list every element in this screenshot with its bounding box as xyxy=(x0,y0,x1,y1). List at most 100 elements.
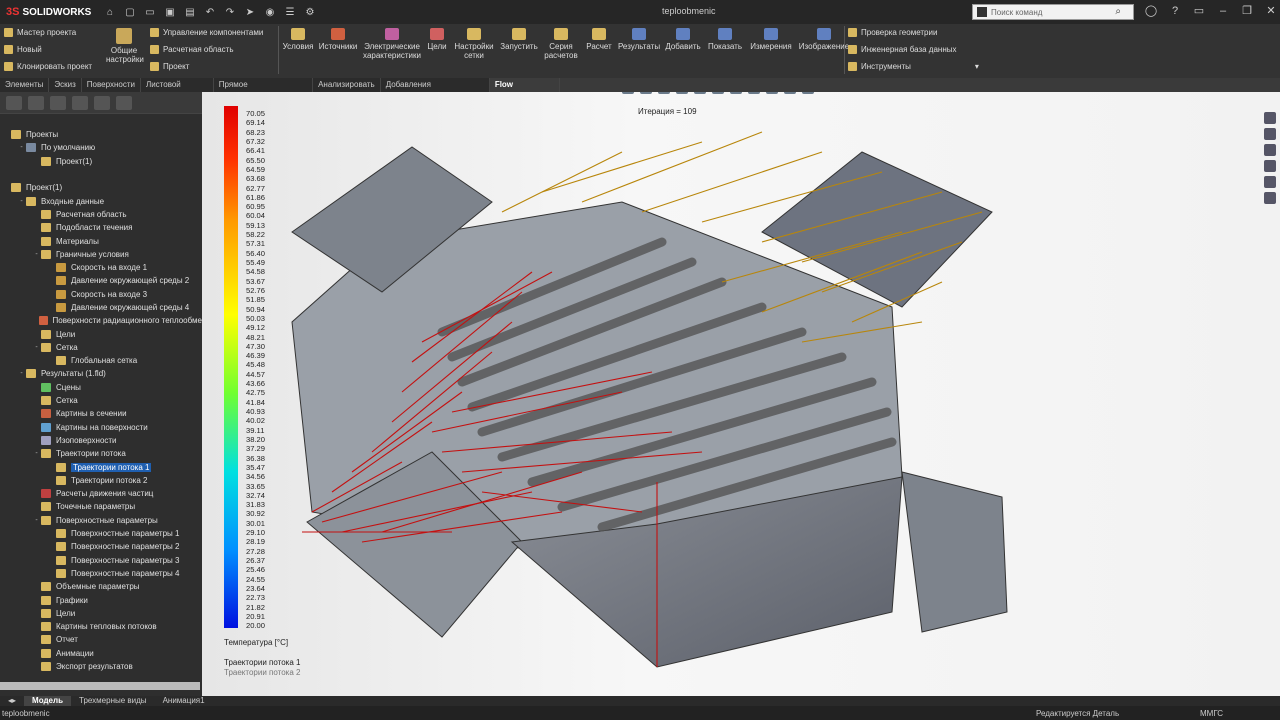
explorer-icon[interactable] xyxy=(1264,160,1276,172)
tab-model[interactable]: Модель xyxy=(24,696,72,706)
tab-direct-edit[interactable]: Прямое редактирование xyxy=(214,78,314,103)
tree-toggle-icon[interactable]: - xyxy=(32,344,41,351)
search-commands-input[interactable]: Поиск команд ⌕ xyxy=(972,4,1134,20)
tree-item[interactable]: Отчет xyxy=(0,633,202,646)
check-geometry-button[interactable]: Проверка геометрии xyxy=(848,26,979,38)
layout-icon[interactable]: ▭ xyxy=(1192,4,1206,18)
appearances-icon[interactable] xyxy=(1264,176,1276,188)
tree-item[interactable]: - Результаты (1.fld) xyxy=(0,367,202,380)
feature-tree-icon[interactable] xyxy=(6,95,22,110)
dim-expert-icon[interactable] xyxy=(72,95,88,110)
general-settings-button[interactable]: Общие настройки xyxy=(106,28,144,64)
tree-item[interactable]: Цели xyxy=(0,607,202,620)
tab-animation[interactable]: Анимация1 xyxy=(155,696,213,706)
help-icon[interactable]: ? xyxy=(1168,4,1182,18)
file-props-icon[interactable]: ☰ xyxy=(284,7,296,18)
tree-item[interactable]: Подобласти течения xyxy=(0,221,202,234)
tree-item[interactable]: Объемные параметры xyxy=(0,580,202,593)
horizontal-scrollbar[interactable] xyxy=(0,682,200,690)
measure-button[interactable]: Измерения xyxy=(749,28,793,60)
search-scope-icon[interactable] xyxy=(977,7,987,17)
tree-toggle-icon[interactable]: - xyxy=(32,517,41,524)
tree-item[interactable]: - Поверхностные параметры xyxy=(0,514,202,527)
redo-icon[interactable]: ↷ xyxy=(224,7,236,18)
restore-icon[interactable]: ❐ xyxy=(1240,4,1254,18)
show-button[interactable]: Показать xyxy=(707,28,743,60)
tree-item[interactable]: Поверхностные параметры 4 xyxy=(0,567,202,580)
tab-3d-views[interactable]: Трехмерные виды xyxy=(71,696,155,706)
tree-item[interactable]: Сцены xyxy=(0,381,202,394)
tree-item[interactable]: Скорость на входе 1 xyxy=(0,261,202,274)
status-units[interactable]: ММГС xyxy=(1200,709,1223,718)
tab-surfaces[interactable]: Поверхности xyxy=(82,78,141,92)
tree-toggle-icon[interactable]: - xyxy=(17,370,26,377)
tree-item[interactable]: Картины тепловых потоков xyxy=(0,620,202,633)
image-button[interactable]: Изображение xyxy=(799,28,849,60)
tree-toggle-icon[interactable]: - xyxy=(17,144,26,151)
tab-sheet-metal[interactable]: Листовой металл xyxy=(141,78,214,103)
project-dropdown[interactable]: Проект xyxy=(150,60,263,72)
engineering-database-button[interactable]: Инженерная база данных xyxy=(848,43,979,55)
tree-item[interactable]: - Входные данные xyxy=(0,194,202,207)
properties-icon[interactable] xyxy=(1264,192,1276,204)
traffic-light-icon[interactable]: ◉ xyxy=(264,7,276,18)
tree-toggle-icon[interactable]: - xyxy=(32,251,41,258)
tree-item[interactable]: Сетка xyxy=(0,394,202,407)
tree-toggle-icon[interactable]: - xyxy=(17,198,26,205)
tree-item[interactable]: Давление окружающей среды 2 xyxy=(0,274,202,287)
tree-item[interactable]: - Сетка xyxy=(0,341,202,354)
home-icon[interactable] xyxy=(1264,112,1276,124)
options-icon[interactable]: ⚙ xyxy=(304,7,316,18)
tree-item[interactable]: Давление окружающей среды 4 xyxy=(0,301,202,314)
tree-item[interactable]: Скорость на входе 3 xyxy=(0,288,202,301)
electrical-button[interactable]: Электрические характеристики xyxy=(363,28,421,60)
tab-flow-simulation[interactable]: Flow Simulation xyxy=(489,78,560,103)
component-control-button[interactable]: Управление компонентами xyxy=(150,26,263,38)
print-icon[interactable]: ▤ xyxy=(184,7,196,18)
tab-features[interactable]: Элементы xyxy=(0,78,50,92)
tree-item[interactable]: Проект(1) xyxy=(0,181,202,194)
tree-item[interactable]: Картины на поверхности xyxy=(0,421,202,434)
library-icon[interactable] xyxy=(1264,144,1276,156)
tree-item[interactable]: - Граничные условия xyxy=(0,248,202,261)
conditions-button[interactable]: Условия xyxy=(283,28,313,60)
add-button[interactable]: Добавить xyxy=(665,28,701,60)
tree-item[interactable]: Цели xyxy=(0,327,202,340)
results-button[interactable]: Результаты xyxy=(618,28,660,60)
tree-item[interactable]: Графики xyxy=(0,593,202,606)
tree-item[interactable]: Проекты xyxy=(0,128,202,141)
tree-item[interactable]: Расчетная область xyxy=(0,208,202,221)
tree-item[interactable]: Точечные параметры xyxy=(0,500,202,513)
display-manager-icon[interactable] xyxy=(94,95,110,110)
tree-item[interactable]: Картины в сечении xyxy=(0,407,202,420)
calculation-button[interactable]: Расчет xyxy=(585,28,613,60)
run-button[interactable]: Запустить xyxy=(500,28,538,60)
home-icon[interactable]: ⌂ xyxy=(104,7,116,18)
clone-project-button[interactable]: Клонировать проект xyxy=(4,60,92,72)
tree-item[interactable]: - По умолчанию xyxy=(0,141,202,154)
tree-item[interactable]: Глобальная сетка xyxy=(0,354,202,367)
graphics-viewport[interactable]: ❐ ▭ – ▢ ✕ Итерация = 109 xyxy=(202,92,1280,696)
tree-item[interactable]: Материалы xyxy=(0,234,202,247)
tree-item[interactable]: Анимации xyxy=(0,647,202,660)
mesh-settings-button[interactable]: Настройки сетки xyxy=(453,28,495,60)
tree-item[interactable]: - Траектории потока xyxy=(0,447,202,460)
tree-toggle-icon[interactable]: - xyxy=(32,450,41,457)
tab-sketch[interactable]: Эскиз xyxy=(49,78,82,92)
close-icon[interactable]: ✕ xyxy=(1264,4,1278,18)
save-icon[interactable]: ▣ xyxy=(164,7,176,18)
tree-item[interactable]: Изоповерхности xyxy=(0,434,202,447)
resources-icon[interactable] xyxy=(1264,128,1276,140)
tree-item[interactable]: Расчеты движения частиц xyxy=(0,487,202,500)
search-icon[interactable]: ⌕ xyxy=(1115,6,1121,17)
tree-item[interactable]: Траектории потока 2 xyxy=(0,474,202,487)
computational-domain-button[interactable]: Расчетная область xyxy=(150,43,263,55)
solidworks-logo[interactable]: 3S SOLIDWORKS xyxy=(0,6,91,18)
tools-dropdown[interactable]: Инструменты ▾ xyxy=(848,60,979,72)
tree-item[interactable]: Поверхности радиационного теплообме xyxy=(0,314,202,327)
tab-addins[interactable]: Добавления SOLIDWORKS xyxy=(381,78,490,103)
property-manager-icon[interactable] xyxy=(28,95,44,110)
new-doc-icon[interactable]: ▢ xyxy=(124,7,136,18)
sources-button[interactable]: Источники xyxy=(319,28,357,60)
tree-item[interactable]: Поверхностные параметры 1 xyxy=(0,527,202,540)
